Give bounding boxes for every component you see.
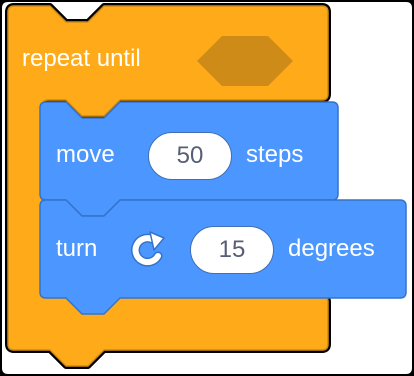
degrees-label: degrees xyxy=(288,235,375,262)
steps-input[interactable]: 50 xyxy=(148,132,232,180)
steps-label: steps xyxy=(246,141,304,168)
turn-label: turn xyxy=(56,235,98,262)
rotate-clockwise-icon xyxy=(131,231,165,267)
condition-slot[interactable] xyxy=(196,35,294,87)
repeat-until-label: repeat until xyxy=(22,45,141,72)
script-canvas: repeat until move 50 steps turn 15 degre… xyxy=(0,0,414,376)
degrees-input[interactable]: 15 xyxy=(190,226,274,274)
move-label: move xyxy=(56,141,115,168)
